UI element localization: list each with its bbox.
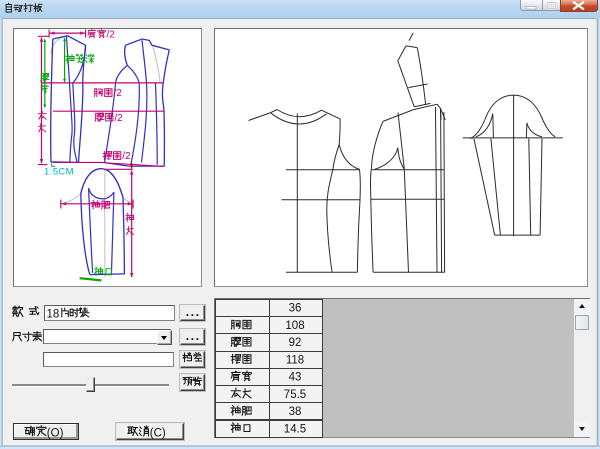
svg-text:/2: /2 (114, 88, 123, 99)
svg-text:92: 92 (289, 337, 302, 349)
svg-text:18: 18 (47, 309, 60, 321)
svg-text:108: 108 (285, 320, 304, 332)
svg-text:/2: /2 (114, 113, 123, 124)
svg-text:/2: /2 (122, 151, 131, 162)
svg-text:118: 118 (286, 354, 304, 366)
svg-text:38: 38 (289, 406, 302, 418)
svg-text:43: 43 (289, 372, 302, 384)
svg-text:36: 36 (289, 303, 302, 315)
svg-text:/2: /2 (107, 29, 116, 40)
svg-text:(O): (O) (47, 427, 64, 439)
svg-text:(C): (C) (150, 427, 166, 439)
svg-text:14.5: 14.5 (284, 423, 306, 435)
svg-text:1.5CM: 1.5CM (44, 166, 74, 177)
svg-text:75.5: 75.5 (284, 389, 306, 401)
